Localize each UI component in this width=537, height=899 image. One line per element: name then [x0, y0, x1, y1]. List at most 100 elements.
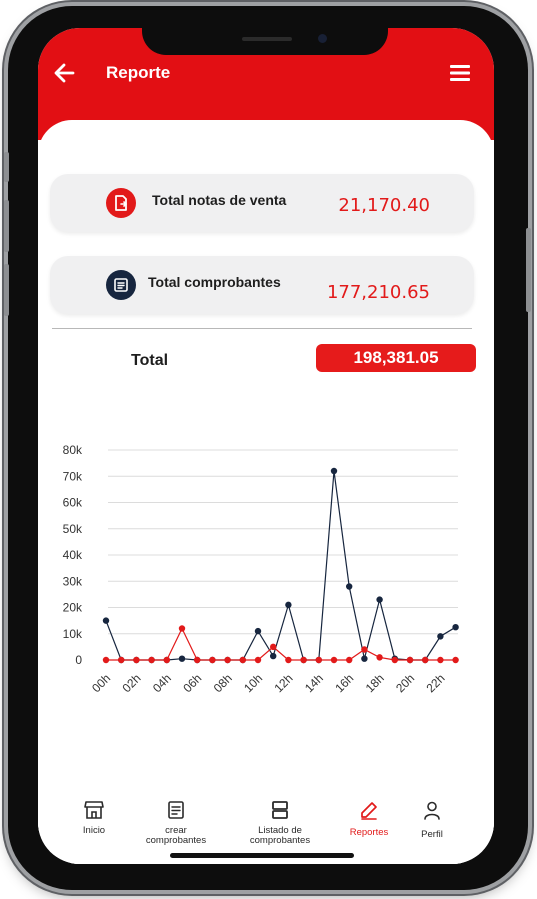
speaker	[242, 37, 292, 41]
nav-label: Inicio	[82, 825, 106, 836]
data-point	[330, 656, 338, 664]
receipts-label: Total comprobantes	[148, 274, 281, 290]
y-tick-label: 0	[75, 653, 82, 667]
pencil-icon	[361, 802, 377, 820]
y-tick-label: 80k	[63, 443, 83, 457]
data-point	[102, 617, 110, 624]
nav-label: Listado de comprobantes	[249, 825, 311, 846]
x-tick-label: 10h	[241, 671, 265, 695]
data-point	[315, 656, 322, 664]
y-tick-label: 30k	[63, 574, 83, 588]
series-line	[106, 627, 456, 661]
data-point	[422, 656, 429, 664]
data-point	[178, 655, 186, 662]
nav-item-listado-comprobantes[interactable]: Listado de comprobantes	[234, 800, 326, 846]
data-point	[330, 467, 338, 475]
nav-item-inicio[interactable]: Inicio	[64, 800, 124, 836]
nav-item-perfil[interactable]: Perfil	[406, 800, 458, 840]
sales-notes-label: Total notas de venta	[152, 192, 287, 208]
data-point	[209, 656, 216, 664]
receipts-value: 177,210.65	[326, 282, 430, 303]
data-point	[194, 656, 201, 664]
y-tick-label: 60k	[63, 496, 83, 510]
data-point	[178, 625, 186, 632]
nav-item-crear-comprobantes[interactable]: crear comprobantes	[134, 800, 218, 846]
nav-label: Perfil	[421, 829, 443, 840]
data-point	[346, 656, 353, 664]
data-point	[163, 656, 170, 664]
data-point	[102, 656, 110, 664]
y-tick-label: 50k	[63, 522, 83, 536]
x-tick-label: 22h	[424, 671, 448, 695]
x-tick-label: 14h	[302, 671, 326, 695]
notch	[142, 28, 388, 55]
data-point	[285, 601, 292, 609]
power-button	[526, 228, 531, 312]
total-value-badge: 198,381.05	[316, 344, 476, 372]
data-point	[254, 627, 262, 635]
hourly-sales-chart: 0 10k 20k 30k 40k 50k 60k 70k 80k 00h 02h 04h 06h 08h…	[63, 443, 459, 695]
y-tick-label: 10k	[63, 627, 83, 641]
sales-notes-value: 21,170.40	[338, 195, 430, 216]
card-icon-wrapper	[106, 270, 136, 300]
arrow-left-icon	[54, 63, 75, 83]
hamburger-menu-icon	[450, 65, 470, 81]
x-tick-label: 20h	[393, 671, 417, 695]
nav-label: Reportes	[349, 827, 389, 838]
y-tick-label: 70k	[63, 469, 83, 483]
y-tick-label: 20k	[63, 601, 83, 615]
data-point	[391, 656, 398, 664]
x-tick-label: 04h	[150, 671, 174, 695]
data-point	[148, 656, 155, 664]
total-label: Total	[131, 352, 169, 369]
home-indicator	[170, 853, 354, 858]
divider	[52, 328, 472, 329]
data-point	[376, 596, 383, 603]
x-tick-label: 12h	[272, 671, 296, 695]
report-content: Total notas de venta 21,170.40 Total com…	[38, 120, 494, 864]
data-point	[270, 652, 277, 660]
store-icon	[84, 801, 104, 819]
nav-item-reportes[interactable]: Reportes	[338, 800, 400, 838]
back-button[interactable]	[52, 60, 78, 86]
card-icon-wrapper	[106, 188, 136, 218]
receipt-icon	[114, 278, 128, 292]
receipt-icon	[168, 801, 184, 819]
data-point	[224, 656, 231, 664]
page-title: Reporte	[106, 63, 171, 82]
y-tick-label: 40k	[63, 548, 83, 562]
nav-label: crear comprobantes	[145, 825, 207, 846]
data-point	[270, 643, 277, 651]
volume-down-button	[4, 264, 9, 316]
document-icon	[115, 195, 128, 211]
sales-notes-card: Total notas de venta 21,170.40	[50, 174, 474, 232]
data-point	[346, 583, 353, 590]
app-screen: Reporte Total notas de venta 21,170.40 T…	[38, 28, 494, 864]
data-point	[406, 656, 414, 664]
x-tick-label: 06h	[180, 671, 204, 695]
x-tick-label: 02h	[120, 671, 144, 695]
x-tick-label: 18h	[363, 671, 387, 695]
user-icon	[424, 801, 440, 820]
receipts-card: Total comprobantes 177,210.65	[50, 256, 474, 314]
data-point	[376, 654, 383, 661]
data-point	[285, 656, 292, 664]
data-point	[361, 646, 368, 653]
mute-switch	[4, 152, 9, 182]
data-point	[361, 655, 368, 662]
list-icon	[272, 801, 288, 819]
data-point	[437, 633, 444, 640]
data-point	[452, 623, 459, 631]
data-point	[437, 656, 444, 664]
data-point	[133, 656, 140, 664]
data-point	[300, 656, 307, 664]
data-point	[118, 656, 125, 664]
data-point	[452, 656, 459, 664]
data-point	[239, 656, 246, 664]
data-point	[254, 656, 262, 664]
x-tick-label: 08h	[211, 671, 235, 695]
x-tick-label: 16h	[332, 671, 356, 695]
menu-button[interactable]	[448, 62, 472, 84]
volume-up-button	[4, 200, 9, 252]
series-line	[105, 470, 456, 661]
